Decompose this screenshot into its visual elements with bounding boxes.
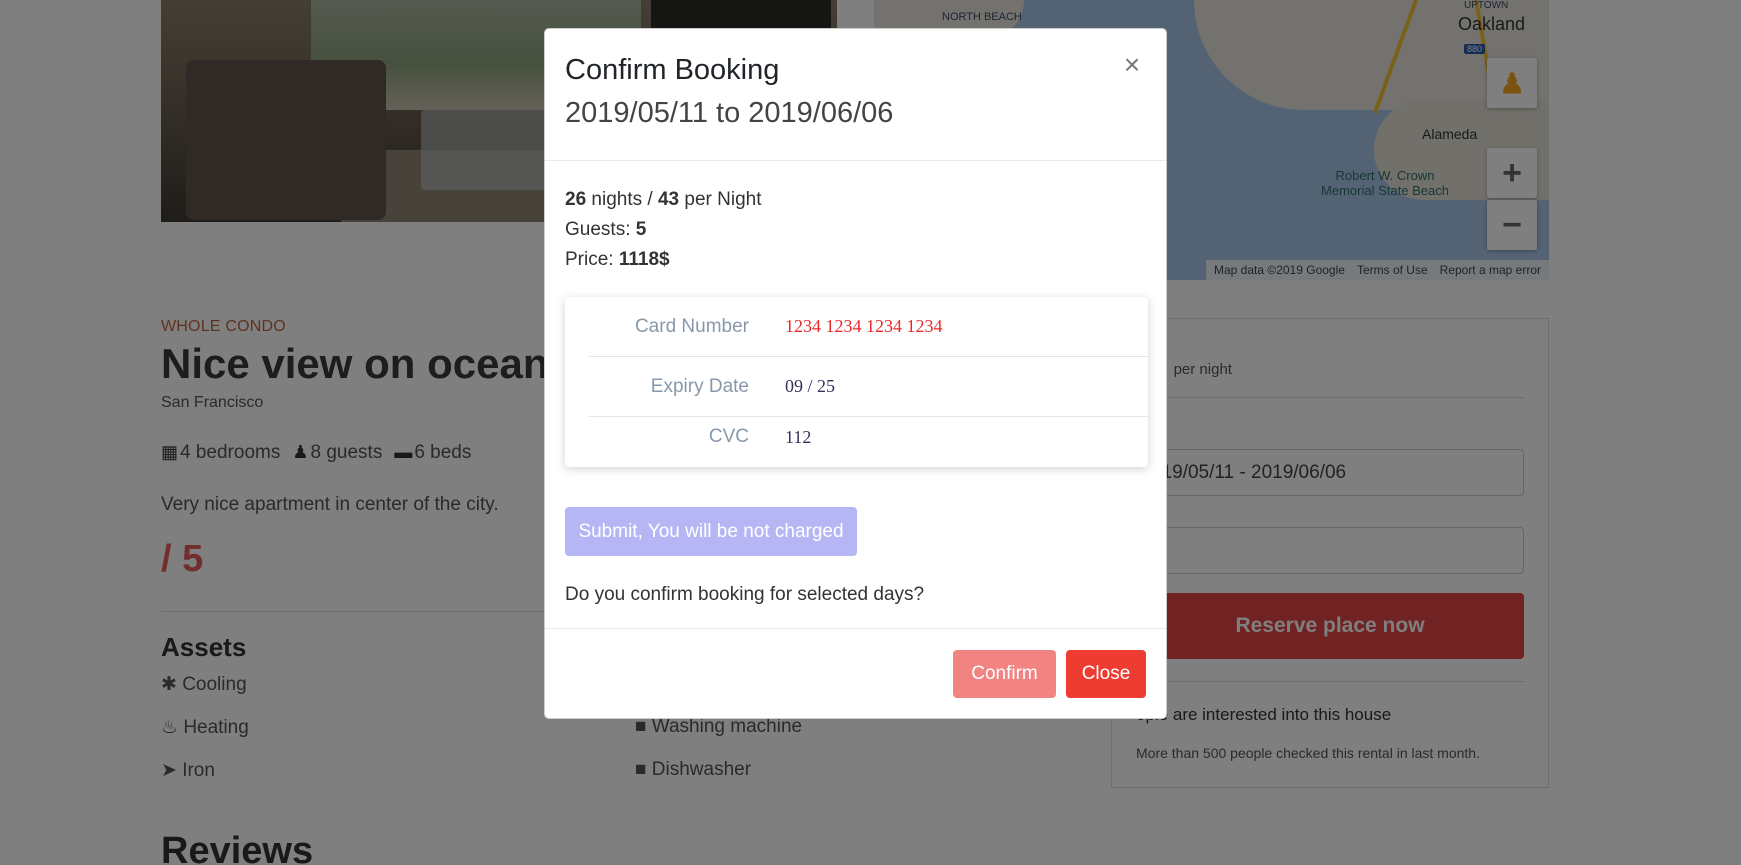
- expiry-date-label: Expiry Date: [650, 375, 749, 397]
- confirm-button[interactable]: Confirm: [953, 649, 1056, 698]
- close-icon[interactable]: ×: [1118, 51, 1146, 79]
- card-form: Card Number 1234 1234 1234 1234 Expiry D…: [565, 297, 1148, 467]
- close-button[interactable]: Close: [1066, 649, 1146, 698]
- price-per-night: 43: [657, 189, 680, 210]
- modal-header: Confirm Booking 2019/05/11 to 2019/06/06…: [545, 29, 1166, 161]
- card-number-label: Card Number: [634, 315, 749, 337]
- total-price: 1118$: [618, 249, 670, 270]
- modal-body: 26 nights / 43 per Night Guests: 5 Price…: [545, 161, 1166, 606]
- modal-footer: Confirm Close: [545, 628, 1166, 718]
- guests-value: 5: [635, 219, 647, 240]
- price-summary: Price: 1118$: [565, 249, 670, 270]
- nights-summary: 26 nights / 43 per Night: [565, 189, 762, 210]
- confirm-question: Do you confirm booking for selected days…: [565, 584, 925, 605]
- guests-summary: Guests: 5: [565, 219, 647, 240]
- cvc-row[interactable]: CVC 112: [589, 407, 1148, 467]
- expiry-date-input[interactable]: 09 / 25: [785, 376, 835, 397]
- confirm-booking-modal: Confirm Booking 2019/05/11 to 2019/06/06…: [544, 28, 1167, 719]
- nights-count: 26: [565, 189, 587, 210]
- cvc-input[interactable]: 112: [785, 427, 811, 448]
- modal-title: Confirm Booking: [565, 54, 780, 86]
- cvc-label: CVC: [708, 426, 749, 447]
- submit-payment-button[interactable]: Submit, You will be not charged: [565, 507, 857, 556]
- card-number-row[interactable]: Card Number 1234 1234 1234 1234: [589, 297, 1148, 357]
- modal-dates: 2019/05/11 to 2019/06/06: [565, 96, 894, 129]
- card-number-input[interactable]: 1234 1234 1234 1234: [785, 316, 943, 337]
